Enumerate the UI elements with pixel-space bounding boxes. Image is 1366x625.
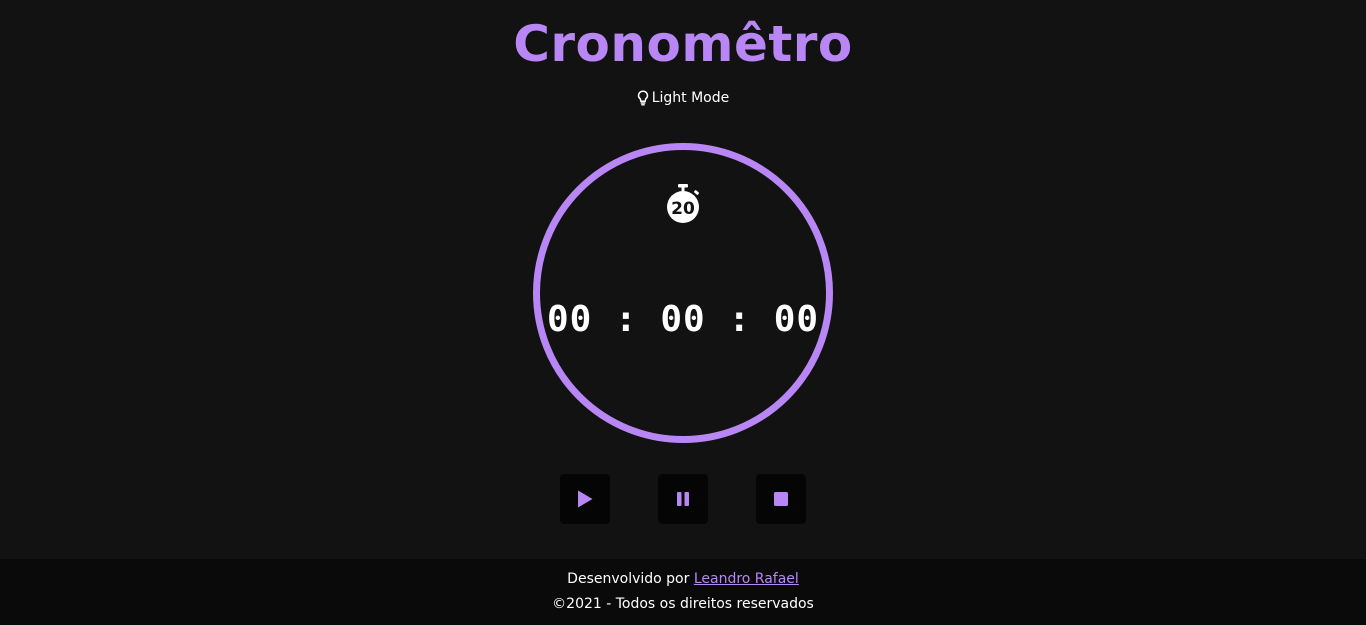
play-icon bbox=[578, 490, 593, 508]
footer-credits: Desenvolvido por Leandro Rafael bbox=[0, 570, 1366, 588]
page-title: Cronomêtro bbox=[513, 15, 853, 73]
stopwatch-label: 20 bbox=[671, 199, 695, 219]
footer: Desenvolvido por Leandro Rafael ©2021 - … bbox=[0, 559, 1366, 625]
theme-toggle-button[interactable]: Light Mode bbox=[0, 90, 1366, 106]
pause-button[interactable] bbox=[658, 474, 708, 524]
developed-by-text: Desenvolvido por bbox=[567, 571, 690, 587]
stopwatch-20-icon: 20 bbox=[667, 184, 699, 223]
play-button[interactable] bbox=[560, 474, 610, 524]
author-link[interactable]: Leandro Rafael bbox=[694, 571, 799, 587]
stop-button[interactable] bbox=[756, 474, 806, 524]
stop-icon bbox=[774, 492, 788, 506]
copyright-text: ©2021 - Todos os direitos reservados bbox=[552, 596, 814, 612]
timer-display: 00 : 00 : 00 bbox=[546, 299, 820, 340]
page: Cronomêtro Light Mode 20 00 : 00 : 00 De… bbox=[0, 0, 1366, 625]
lightbulb-icon bbox=[637, 90, 648, 106]
pause-icon bbox=[677, 492, 689, 506]
theme-toggle-label: Light Mode bbox=[651, 90, 730, 106]
